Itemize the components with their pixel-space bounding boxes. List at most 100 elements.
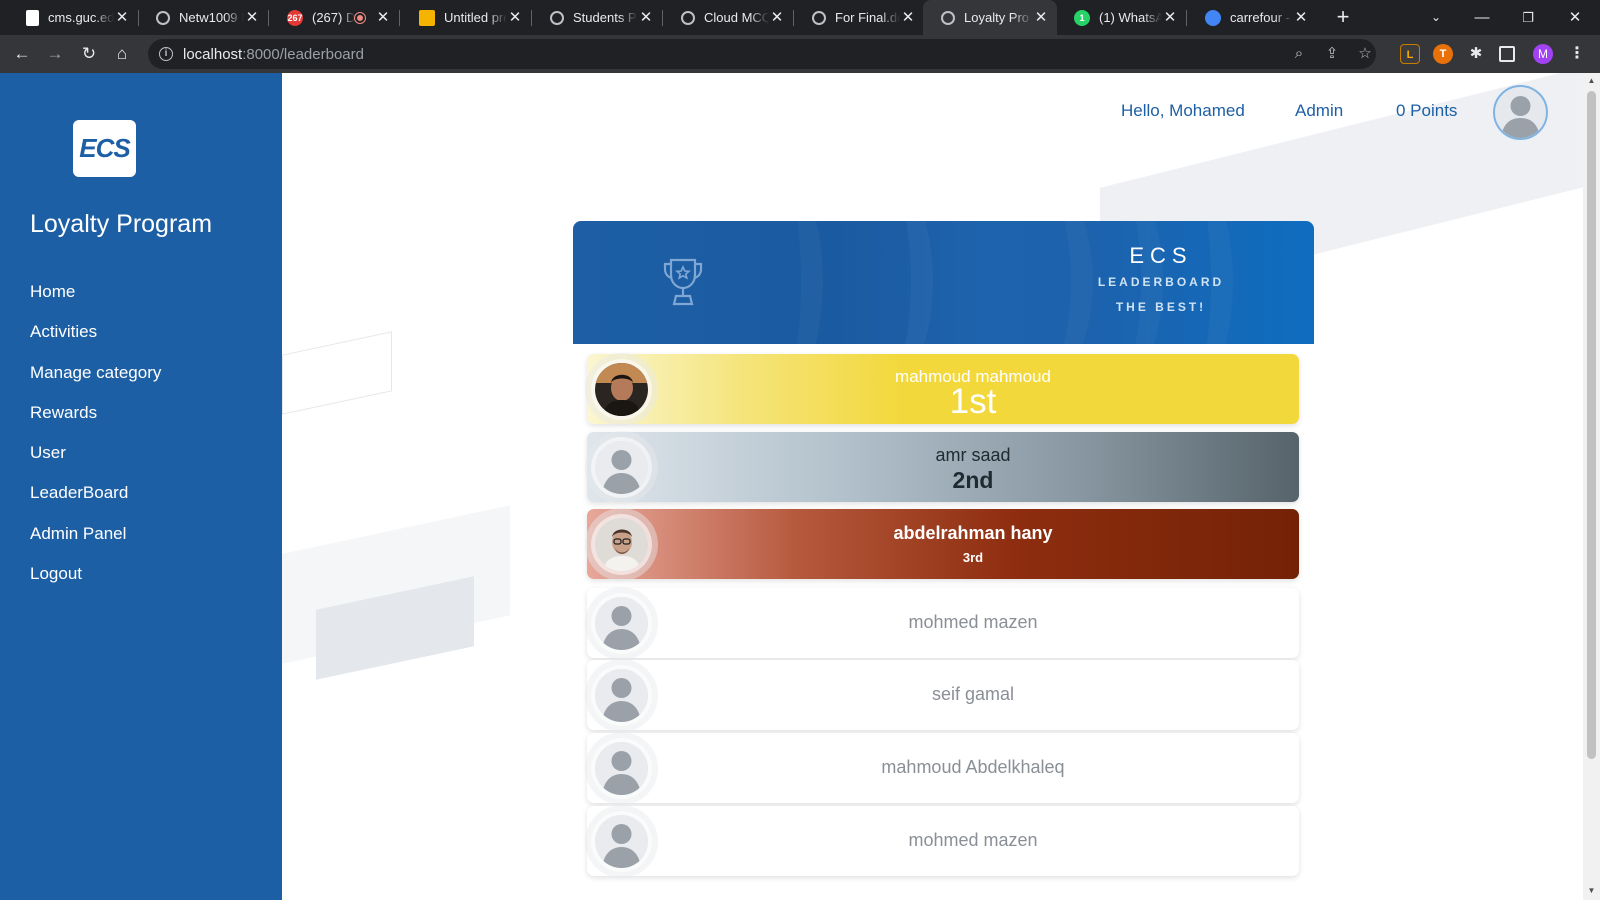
sidebar-item-user[interactable]: User bbox=[30, 443, 161, 483]
sidebar-item-manage-category[interactable]: Manage category bbox=[30, 363, 161, 403]
user-name: seif gamal bbox=[931, 684, 1015, 704]
close-tab-icon[interactable]: ✕ bbox=[114, 9, 130, 26]
site-info-icon[interactable]: i bbox=[159, 47, 173, 61]
scroll-up-arrow-icon[interactable]: ▲ bbox=[1587, 76, 1596, 85]
browser-tab[interactable]: cms.guc.edu✕ bbox=[8, 0, 138, 35]
leaderboard-row[interactable]: mahmoud Abdelkhaleq bbox=[587, 733, 1299, 803]
sidebar-item-home[interactable]: Home bbox=[30, 282, 161, 322]
globe-favicon-icon bbox=[550, 10, 564, 25]
tab-title: Netw1009 I bbox=[179, 10, 244, 25]
default-avatar-icon bbox=[595, 669, 648, 722]
whatsapp-favicon-icon: 1 bbox=[1074, 9, 1090, 26]
back-icon[interactable]: ← bbox=[10, 42, 34, 66]
leaderboard-row[interactable]: amr saad 2nd bbox=[587, 432, 1299, 502]
profile-avatar[interactable]: M bbox=[1533, 44, 1553, 64]
browser-toolbar: ← → ↻ ⌂ i localhost:8000/leaderboard ⌕ ⇪… bbox=[0, 35, 1600, 73]
close-tab-icon[interactable]: ✕ bbox=[900, 9, 916, 26]
google-favicon-icon bbox=[1205, 9, 1221, 26]
greeting-text: Hello, Mohamed bbox=[1121, 101, 1245, 120]
rank-bar-bronze bbox=[587, 509, 1299, 579]
browser-tab[interactable]: Untitled pre ✕ bbox=[401, 0, 531, 35]
close-window-icon[interactable]: ✕ bbox=[1552, 0, 1598, 35]
user-avatar[interactable] bbox=[1493, 85, 1548, 140]
trophy-icon bbox=[663, 258, 703, 306]
close-tab-icon[interactable]: ✕ bbox=[1162, 9, 1178, 26]
globe-favicon-icon bbox=[941, 10, 955, 25]
zoom-icon[interactable]: ⌕ bbox=[1288, 43, 1310, 65]
user-name: mohmed mazen bbox=[908, 612, 1038, 632]
page-scrollbar[interactable]: ▲ ▼ bbox=[1583, 73, 1600, 900]
tab-title: (1) WhatsAp bbox=[1099, 10, 1162, 25]
leaderboard-row[interactable]: mahmoud mahmoud 1st bbox=[587, 354, 1299, 424]
close-tab-icon[interactable]: ✕ bbox=[638, 9, 654, 26]
document-favicon-icon bbox=[26, 9, 39, 26]
browser-tab[interactable]: 1 (1) WhatsAp✕ bbox=[1056, 0, 1186, 35]
restore-icon[interactable]: ❐ bbox=[1505, 0, 1551, 35]
ecs-logo[interactable]: ECS bbox=[73, 120, 136, 177]
close-tab-icon[interactable]: ✕ bbox=[507, 9, 523, 26]
leaderboard-row[interactable]: seif gamal bbox=[587, 660, 1299, 730]
home-icon[interactable]: ⌂ bbox=[110, 42, 134, 66]
browser-tab[interactable]: Students Po ✕ bbox=[532, 0, 662, 35]
browser-tab[interactable]: For Final.do ✕ bbox=[794, 0, 924, 35]
sidebar-item-leaderboard[interactable]: LeaderBoard bbox=[30, 483, 161, 523]
leaderboard-row[interactable]: abdelrahman hany 3rd bbox=[587, 509, 1299, 579]
scroll-down-arrow-icon[interactable]: ▼ bbox=[1587, 886, 1596, 895]
sidebar-item-logout[interactable]: Logout bbox=[30, 564, 161, 604]
sidebar-item-admin-panel[interactable]: Admin Panel bbox=[30, 524, 161, 564]
extensions-puzzle-icon[interactable]: ✱ bbox=[1466, 44, 1486, 64]
close-tab-icon[interactable]: ✕ bbox=[375, 9, 391, 26]
points-display: 0 Points bbox=[1396, 101, 1458, 120]
background-outline-shape bbox=[282, 331, 392, 415]
user-photo-icon bbox=[595, 518, 648, 571]
share-icon[interactable]: ⇪ bbox=[1321, 43, 1343, 65]
leaderboard-title: ECS bbox=[1129, 243, 1193, 268]
extension-lighthouse-icon[interactable]: L bbox=[1400, 44, 1420, 64]
rank-label: 2nd bbox=[952, 467, 994, 493]
user-avatar bbox=[595, 518, 648, 571]
browser-tabstrip: cms.guc.edu✕Netw1009 I✕267(267) D✕Untitl… bbox=[0, 0, 1600, 35]
close-tab-icon[interactable]: ✕ bbox=[244, 9, 260, 26]
sidebar: ECS Loyalty Program Home Activities Manage… bbox=[0, 73, 282, 900]
header-decoration bbox=[723, 221, 823, 344]
user-avatar bbox=[595, 669, 648, 722]
tab-search-icon[interactable]: ⌄ bbox=[1413, 0, 1459, 35]
leaderboard-row[interactable]: mohmed mazen bbox=[587, 588, 1299, 658]
browser-menu-icon[interactable]: ⋮ bbox=[1567, 44, 1587, 64]
tab-title: cms.guc.edu bbox=[48, 10, 114, 25]
url-text[interactable]: localhost:8000/leaderboard bbox=[183, 46, 364, 63]
bookmark-star-icon[interactable]: ☆ bbox=[1354, 43, 1376, 65]
side-panel-icon[interactable] bbox=[1499, 46, 1515, 62]
close-tab-icon[interactable]: ✕ bbox=[769, 9, 785, 26]
browser-tab[interactable]: Cloud MCQ ✕ bbox=[663, 0, 793, 35]
browser-tab[interactable]: Loyalty Pro ✕ bbox=[923, 0, 1057, 35]
browser-tab[interactable]: Netw1009 I ✕ bbox=[138, 0, 268, 35]
close-tab-icon[interactable]: ✕ bbox=[1033, 9, 1049, 26]
leaderboard-row[interactable]: mohmed mazen bbox=[587, 806, 1299, 876]
reload-icon[interactable]: ↻ bbox=[77, 42, 101, 66]
leaderboard-subtitle: LEADERBOARD bbox=[1097, 275, 1225, 289]
globe-favicon-icon bbox=[156, 10, 170, 25]
leaderboard-tagline: THE BEST! bbox=[1115, 300, 1207, 314]
default-avatar-icon bbox=[1501, 96, 1540, 138]
leaderboard-card: ECS LEADERBOARD THE BEST! mahmoud mahmou… bbox=[573, 221, 1314, 900]
header-decoration bbox=[813, 221, 933, 344]
browser-tab[interactable]: 267 (267) D ✕ bbox=[269, 0, 399, 35]
user-avatar bbox=[595, 742, 648, 795]
admin-link[interactable]: Admin bbox=[1295, 101, 1343, 121]
tab-title: Loyalty Pro bbox=[964, 10, 1030, 25]
extension-tampermonkey-icon[interactable]: T bbox=[1433, 44, 1453, 64]
youtube-favicon-icon: 267 bbox=[287, 9, 303, 26]
sidebar-item-rewards[interactable]: Rewards bbox=[30, 403, 161, 443]
browser-tab[interactable]: carrefour - ✕ bbox=[1187, 0, 1317, 35]
new-tab-button[interactable]: + bbox=[1331, 5, 1355, 29]
user-name: amr saad bbox=[935, 445, 1011, 465]
scrollbar-thumb[interactable] bbox=[1587, 91, 1596, 759]
address-bar[interactable]: i localhost:8000/leaderboard ⌕ ⇪ ☆ bbox=[148, 39, 1376, 69]
leaderboard-header: ECS LEADERBOARD THE BEST! bbox=[573, 221, 1314, 344]
globe-favicon-icon bbox=[812, 10, 826, 25]
sidebar-item-activities[interactable]: Activities bbox=[30, 322, 161, 362]
minimize-icon[interactable]: — bbox=[1459, 0, 1505, 35]
forward-icon[interactable]: → bbox=[43, 42, 67, 66]
close-tab-icon[interactable]: ✕ bbox=[1293, 9, 1309, 26]
